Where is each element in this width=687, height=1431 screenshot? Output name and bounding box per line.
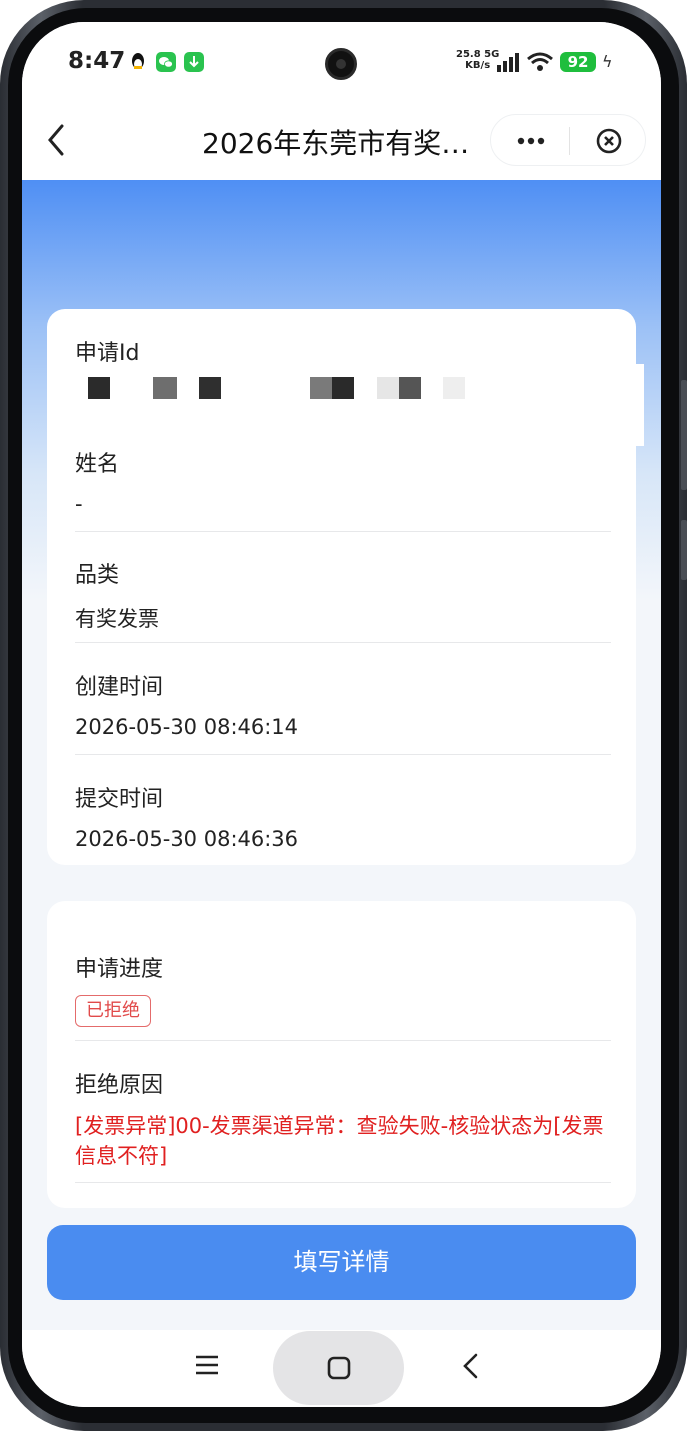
wechat-icon <box>156 52 176 72</box>
miniprogram-capsule <box>490 114 646 166</box>
category-label: 品类 <box>75 563 120 588</box>
system-back-icon[interactable] <box>460 1352 482 1380</box>
home-button[interactable] <box>273 1331 404 1405</box>
reject-reason-label: 拒绝原因 <box>75 1073 164 1098</box>
category-value: 有奖发票 <box>75 607 159 631</box>
network-speed: 25.8 5G KB/s <box>456 49 500 71</box>
phone-frame: 8:47 25.8 5G KB/s 92 ϟ 2026年东莞市有奖… 申请Id … <box>0 0 687 1431</box>
field-submitted-time: 提交时间 2026-05-30 08:46:36 <box>75 781 611 851</box>
divider <box>75 1182 611 1183</box>
redacted-block <box>88 377 110 399</box>
field-reject-reason: 拒绝原因 [发票异常]00-发票渠道异常：查验失败-核验状态为[发票信息不符] <box>75 1067 611 1171</box>
signal-icon <box>497 53 519 72</box>
divider <box>75 1040 611 1041</box>
screen: 8:47 25.8 5G KB/s 92 ϟ 2026年东莞市有奖… 申请Id … <box>22 22 661 1407</box>
field-created-time: 创建时间 2026-05-30 08:46:14 <box>75 669 611 739</box>
redacted-block <box>443 377 465 399</box>
field-progress: 申请进度 已拒绝 <box>75 951 611 1027</box>
capsule-divider <box>569 127 570 155</box>
redacted-block <box>153 377 177 399</box>
nav-bar: 2026年东莞市有奖… <box>22 102 661 180</box>
charging-icon: ϟ <box>602 52 613 71</box>
volume-button <box>681 380 687 490</box>
power-button <box>681 520 687 580</box>
submitted-time-value: 2026-05-30 08:46:36 <box>75 827 299 851</box>
reject-reason-value: [发票异常]00-发票渠道异常：查验失败-核验状态为[发票信息不符] <box>75 1114 604 1168</box>
field-category: 品类 有奖发票 <box>75 557 611 633</box>
fill-details-button[interactable]: 填写详情 <box>47 1225 636 1300</box>
application-id-label: 申请Id <box>75 341 140 366</box>
menu-icon[interactable] <box>194 1352 220 1378</box>
redacted-block <box>310 377 332 399</box>
progress-card: 申请进度 已拒绝 拒绝原因 [发票异常]00-发票渠道异常：查验失败-核验状态为… <box>47 901 636 1208</box>
download-icon <box>184 52 204 72</box>
progress-label: 申请进度 <box>75 957 164 982</box>
divider <box>75 642 611 643</box>
more-icon[interactable] <box>513 129 549 153</box>
details-card: 申请Id 姓名 - 品类 有奖发票 创建时间 2026-05-30 08:46:… <box>47 309 636 865</box>
name-value: - <box>75 492 83 516</box>
home-square-icon <box>327 1356 351 1380</box>
qq-icon <box>128 52 148 72</box>
battery-icon: 92 <box>560 52 596 72</box>
card-edge <box>636 364 644 446</box>
redacted-block <box>332 377 354 399</box>
page-title: 2026年东莞市有奖… <box>202 127 470 160</box>
back-arrow-icon[interactable] <box>42 120 72 160</box>
front-camera <box>325 48 357 80</box>
created-time-value: 2026-05-30 08:46:14 <box>75 715 299 739</box>
redacted-block <box>377 377 399 399</box>
status-badge: 已拒绝 <box>75 995 151 1027</box>
submitted-time-label: 提交时间 <box>75 787 164 812</box>
field-name: 姓名 - <box>75 446 611 516</box>
redacted-block <box>199 377 221 399</box>
field-application-id: 申请Id <box>75 335 611 367</box>
divider <box>75 531 611 532</box>
divider <box>75 754 611 755</box>
wifi-icon <box>527 52 553 71</box>
status-bar: 8:47 25.8 5G KB/s 92 ϟ <box>22 22 661 102</box>
status-time: 8:47 <box>68 48 126 74</box>
created-time-label: 创建时间 <box>75 675 164 700</box>
close-icon[interactable] <box>595 127 623 155</box>
name-label: 姓名 <box>75 452 120 477</box>
redacted-block <box>399 377 421 399</box>
system-nav-bar <box>22 1330 661 1407</box>
